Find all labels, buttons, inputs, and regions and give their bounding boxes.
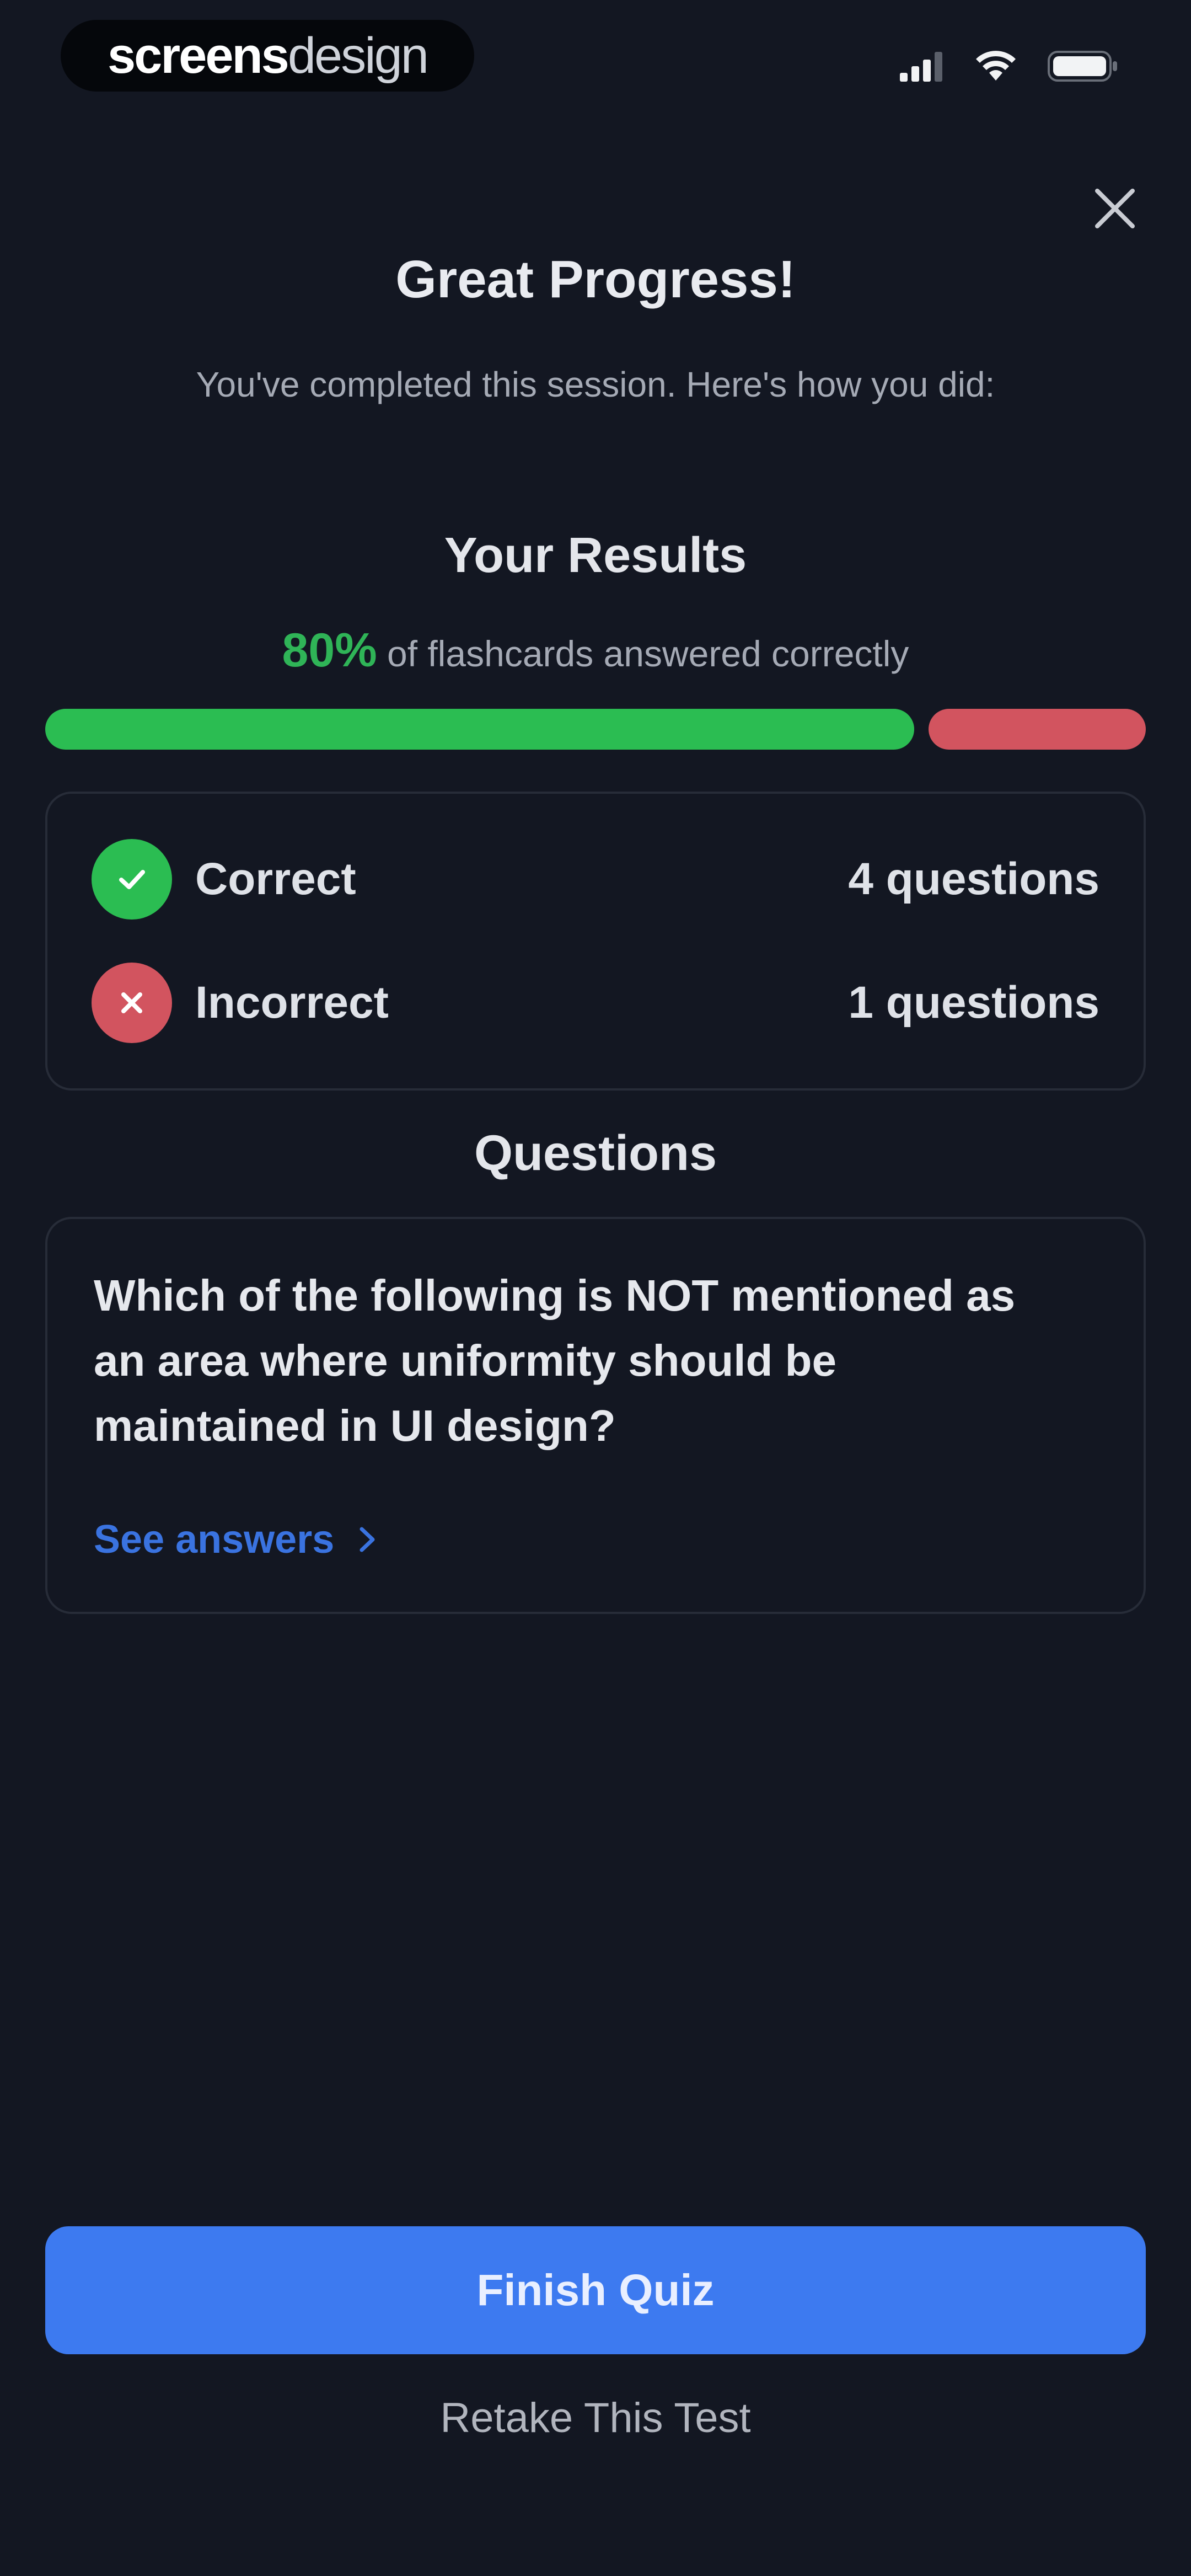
summary-count-correct: 4 questions (848, 854, 1099, 904)
finish-quiz-button[interactable]: Finish Quiz (45, 2226, 1146, 2354)
progress-bar-incorrect (929, 709, 1146, 750)
summary-row-incorrect: Incorrect 1 questions (92, 961, 1099, 1044)
question-card: Which of the following is NOT mentioned … (45, 1217, 1146, 1614)
wifi-icon (976, 51, 1016, 81)
see-answers-link[interactable]: See answers (94, 1517, 378, 1562)
check-icon (92, 839, 172, 920)
chevron-right-icon (360, 1527, 375, 1552)
signal-icon (900, 52, 942, 82)
brand-logo-bold: screens (108, 27, 289, 84)
results-heading: Your Results (444, 528, 747, 583)
close-button[interactable] (1088, 182, 1141, 235)
close-icon (1095, 189, 1135, 228)
summary-row-correct: Correct 4 questions (92, 838, 1099, 921)
battery-icon (1048, 51, 1117, 82)
x-icon (92, 963, 172, 1043)
summary-label-incorrect: Incorrect (195, 977, 389, 1028)
questions-heading: Questions (474, 1126, 717, 1181)
page-title: Great Progress! (395, 250, 796, 309)
summary-label-correct: Correct (195, 854, 356, 904)
page-subtitle: You've completed this session. Here's ho… (196, 365, 995, 404)
question-text: Which of the following is NOT mentioned … (94, 1271, 1016, 1450)
brand-logo: screens design (61, 20, 474, 92)
see-answers-label: See answers (94, 1517, 335, 1562)
results-summary-card: Correct 4 questions Incorrect 1 question… (45, 792, 1146, 1091)
status-bar-icons (900, 50, 1119, 83)
retake-test-link[interactable]: Retake This Test (0, 2394, 1191, 2442)
summary-count-incorrect: 1 questions (848, 977, 1099, 1028)
results-percent-suffix: of flashcards answered correctly (387, 633, 909, 674)
results-percent: 80% (282, 624, 377, 677)
brand-logo-thin: design (287, 27, 429, 84)
progress-bar-correct (45, 709, 914, 750)
results-summary-line: 80% of flashcards answered correctly (0, 623, 1191, 678)
